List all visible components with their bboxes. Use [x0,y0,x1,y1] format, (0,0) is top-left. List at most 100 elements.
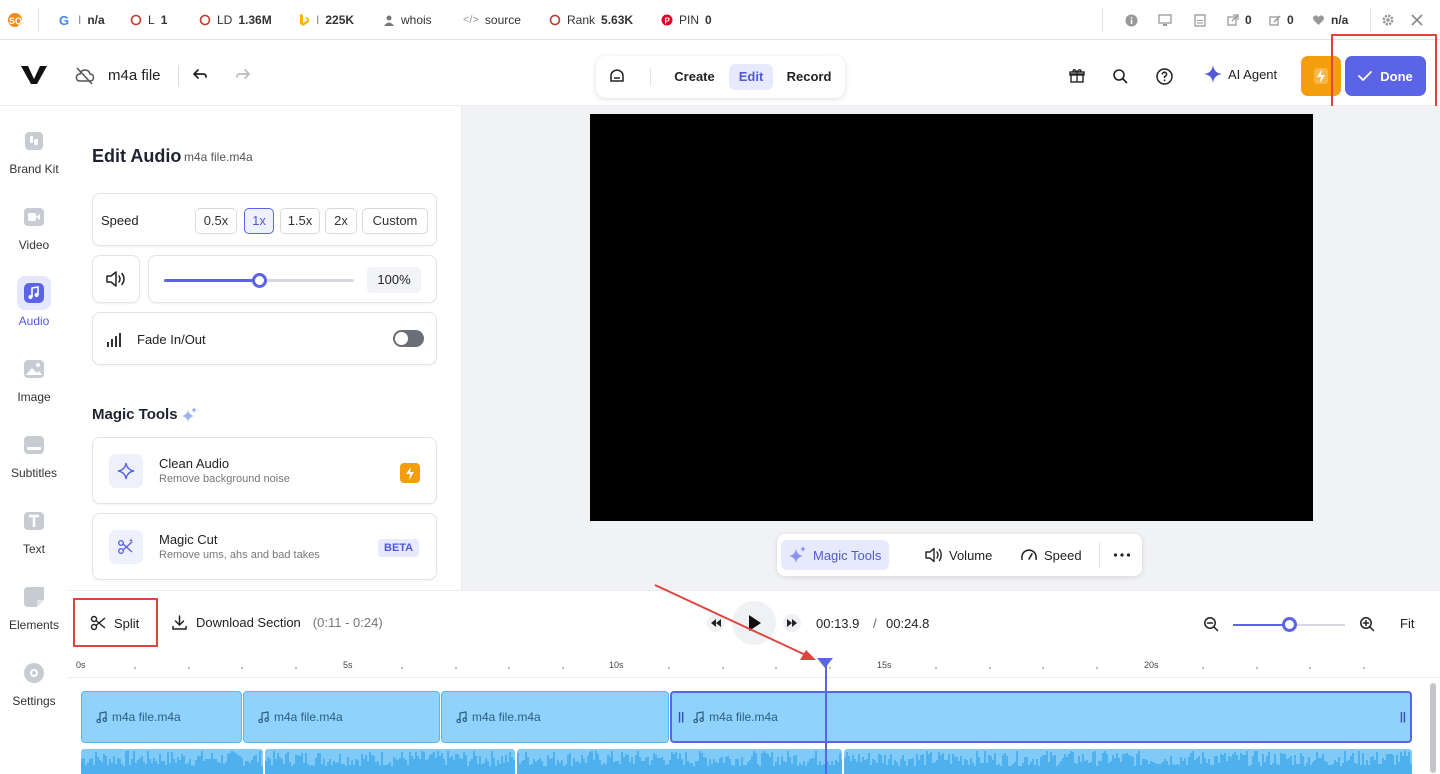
seo-ld-label: LD [217,13,233,27]
seo-google-value: n/a [87,13,105,27]
audio-clip-4-selected[interactable]: || m4a file.m4a || [670,691,1412,743]
rail-text[interactable]: Text [0,494,68,564]
download-section-button[interactable]: Download Section (0:11 - 0:24) [172,615,383,630]
waveform-2[interactable] [265,749,515,774]
star-sparkle-icon [109,454,143,488]
cloud-off-icon[interactable] [75,67,95,85]
rail-video[interactable]: Video [0,190,68,260]
speed-option-0-5x[interactable]: 0.5x [195,208,237,234]
ruler-tick [1095,667,1098,669]
audio-clip-2[interactable]: m4a file.m4a [243,691,440,743]
project-title[interactable]: m4a file [108,67,161,84]
seo-rank-label: Rank [567,13,596,27]
ruler-tick [1042,667,1045,669]
home-icon[interactable] [609,68,625,84]
tab-record[interactable]: Record [779,64,839,90]
tab-create[interactable]: Create [666,64,723,90]
redo-icon[interactable] [235,67,251,83]
settings-gear-icon[interactable] [1381,12,1395,28]
tab-edit[interactable]: Edit [729,64,773,90]
seo-whois-label: whois [401,13,432,27]
video-canvas[interactable] [590,114,1313,521]
rail-subtitles-label: Subtitles [10,466,58,480]
gift-icon[interactable] [1066,65,1088,87]
seo-internal-links[interactable]: 0 [1269,12,1294,28]
svg-text:SQ: SQ [9,16,22,26]
speed-option-2x[interactable]: 2x [325,208,357,234]
audio-clip-1[interactable]: m4a file.m4a [81,691,242,743]
tool-magic-cut[interactable]: Magic Cut Remove ums, ahs and bad takes … [92,513,437,580]
seo-bing[interactable]: I 225K [298,12,354,28]
speed-button[interactable]: Speed [1012,540,1090,570]
volume-button[interactable]: Volume [917,540,1000,570]
audio-clip-2-label: m4a file.m4a [274,710,343,724]
preview-stage: Magic Tools Volume Speed [462,106,1440,590]
volume-value[interactable]: 100% [367,267,421,293]
rail-elements[interactable]: Elements [0,570,68,640]
speed-option-1x[interactable]: 1x [244,208,274,234]
waveform-3[interactable] [517,749,842,774]
monitor-icon[interactable] [1158,12,1172,28]
rail-settings[interactable]: Settings [0,646,68,716]
ruler-tick [1362,667,1365,669]
zoom-out-icon[interactable] [1203,616,1219,632]
speed-button-label: Speed [1044,547,1082,563]
rail-subtitles[interactable]: Subtitles [0,418,68,488]
seo-google-index[interactable]: G In/a [58,12,105,28]
zoom-slider-track[interactable] [1233,617,1345,632]
trim-handle-left[interactable]: || [678,711,684,723]
page-icon[interactable] [1194,12,1206,28]
mute-button[interactable] [92,255,140,303]
music-note-icon [693,711,705,723]
close-icon[interactable] [1410,12,1424,28]
seo-source[interactable]: </> source [463,12,521,28]
fit-button[interactable]: Fit [1400,616,1414,631]
fade-toggle[interactable] [393,330,424,347]
speed-option-1-5x[interactable]: 1.5x [280,208,320,234]
volume-slider-track[interactable] [164,273,354,288]
app-logo-icon[interactable] [20,64,48,86]
magic-tools-button[interactable]: Magic Tools [781,540,890,570]
zoom-in-icon[interactable] [1359,616,1375,632]
playhead-line[interactable] [825,664,827,774]
seoquake-logo-icon[interactable]: SQ [6,12,24,28]
download-icon [172,615,187,630]
waveform-4[interactable] [844,749,1412,774]
audio-clip-3[interactable]: m4a file.m4a [441,691,669,743]
brand-kit-icon [17,124,51,158]
heart-icon [1313,15,1324,25]
ruler-tick [988,667,991,669]
pinterest-icon: P [661,14,673,26]
info-icon[interactable] [1125,12,1138,28]
fade-toggle-knob [395,332,408,345]
undo-icon[interactable] [192,67,208,83]
search-icon[interactable] [1109,65,1131,87]
zoom-slider-handle[interactable] [1282,617,1297,632]
tool-magic-cut-name: Magic Cut [159,532,218,547]
rail-audio[interactable]: Audio [0,266,68,336]
volume-slider-handle[interactable] [252,273,267,288]
trim-handle-right[interactable]: || [1400,711,1406,723]
waveform-1[interactable] [81,749,263,774]
ai-agent-button[interactable]: AI Agent [1204,65,1277,83]
speed-option-custom[interactable]: Custom [362,208,428,234]
help-icon[interactable] [1153,65,1175,87]
seo-rank[interactable]: Rank 5.63K [549,12,633,28]
rail-brand-kit[interactable]: Brand Kit [0,114,68,184]
external-link-icon [1227,14,1239,26]
seo-external-links[interactable]: 0 [1227,12,1252,28]
seo-pin[interactable]: P PIN 0 [661,12,712,28]
rail-image[interactable]: Image [0,342,68,412]
tool-clean-audio[interactable]: Clean Audio Remove background noise [92,437,437,504]
seo-whois[interactable]: whois [383,12,432,28]
text-icon [17,504,51,538]
seo-ld[interactable]: LD 1.36M [199,12,272,28]
magic-tools-title: Magic Tools [92,406,178,423]
timeline-scrollbar[interactable] [1430,683,1436,773]
ruler-tick [1202,667,1205,669]
seo-internal-links-value: 0 [1287,13,1294,27]
more-options-icon[interactable] [1105,540,1139,570]
audio-clip-1-label: m4a file.m4a [112,710,181,724]
seo-score[interactable]: n/a [1312,12,1348,28]
seo-links[interactable]: L1 [130,12,167,28]
